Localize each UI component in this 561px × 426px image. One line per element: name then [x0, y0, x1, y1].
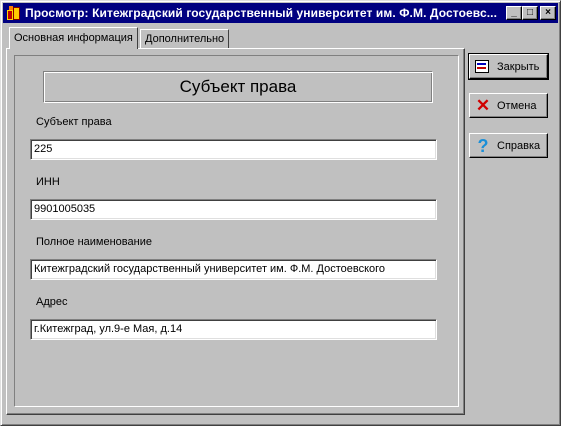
tab-panel: Субъект права Субъект права 225 ИНН 9901… [6, 48, 465, 415]
close-form-icon [474, 58, 492, 76]
full-name-field[interactable]: Китежградский государственный университе… [30, 259, 437, 280]
tab-main-info[interactable]: Основная информация [9, 27, 138, 49]
help-button[interactable]: ? Справка [469, 133, 548, 158]
question-mark-icon: ? [477, 135, 489, 156]
inn-label: ИНН [36, 176, 60, 188]
cancel-button[interactable]: ✕ Отмена [469, 93, 548, 118]
form-header: Субъект права [43, 71, 433, 103]
form-panel: Субъект права Субъект права 225 ИНН 9901… [14, 55, 459, 407]
help-label: Справка [497, 139, 541, 152]
inn-field[interactable]: 9901005035 [30, 199, 437, 220]
close-form-button[interactable]: Закрыть [468, 53, 549, 80]
title-bar[interactable]: Просмотр: Китежградский государственный … [3, 3, 558, 23]
maximize-button[interactable]: □ [522, 6, 538, 20]
subject-label: Субъект права [36, 116, 112, 128]
address-field[interactable]: г.Китежград, ул.9-е Мая, д.14 [30, 319, 437, 340]
main-window: Просмотр: Китежградский государственный … [0, 0, 561, 426]
window-title: Просмотр: Китежградский государственный … [25, 6, 498, 20]
subject-field[interactable]: 225 [30, 139, 437, 160]
close-form-label: Закрыть [497, 60, 540, 73]
minimize-button[interactable]: _ [506, 6, 522, 20]
full-name-label: Полное наименование [36, 236, 152, 248]
close-window-button[interactable]: × [540, 6, 556, 20]
tab-additional[interactable]: Дополнительно [140, 29, 230, 49]
red-x-icon: ✕ [475, 95, 491, 115]
cancel-label: Отмена [497, 99, 537, 112]
address-label: Адрес [36, 296, 68, 308]
app-books-icon [6, 5, 22, 21]
